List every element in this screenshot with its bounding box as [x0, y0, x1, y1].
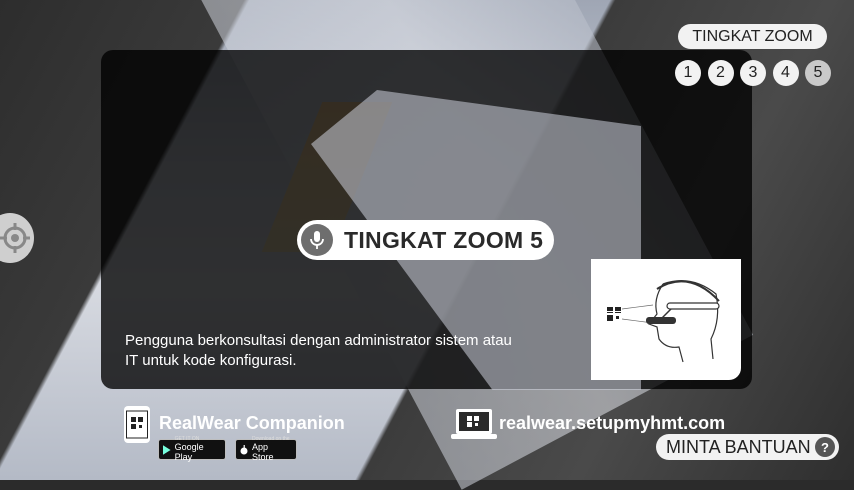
- companion-app-title: RealWear Companion: [159, 413, 345, 433]
- zoom-level-label: TINGKAT ZOOM 5: [344, 226, 544, 253]
- zoom-level-buttons: 1 2 3 4 5: [675, 60, 838, 86]
- instruction-line-2: IT untuk kode konfigurasi.: [125, 352, 297, 369]
- app-store-big-text: App Store: [252, 442, 274, 462]
- help-button-label: MINTA BANTUAN: [666, 436, 811, 457]
- question-mark-icon: ?: [815, 437, 835, 457]
- qr-laptop-icon: [451, 408, 497, 440]
- google-play-icon: [163, 444, 171, 455]
- zoom-level-indicator: TINGKAT ZOOM 5: [297, 220, 554, 260]
- headset-illustration: [591, 259, 741, 380]
- setup-url-link[interactable]: realwear.setupmyhmt.com: [499, 413, 725, 434]
- google-play-badge[interactable]: GET IT ON Google Play: [158, 437, 226, 462]
- zoom-level-title[interactable]: TINGKAT ZOOM: [678, 24, 827, 49]
- zoom-level-1-button[interactable]: 1: [675, 60, 701, 86]
- app-store-badge[interactable]: Download on the App Store: [235, 437, 297, 462]
- instruction-line-1: Pengguna berkonsultasi dengan administra…: [125, 332, 512, 349]
- mic-icon: [301, 224, 333, 256]
- qr-code-icon: [607, 307, 621, 321]
- instruction-text: Pengguna berkonsultasi dengan administra…: [125, 331, 555, 371]
- qr-phone-icon: [124, 406, 150, 443]
- zoom-level-4-button[interactable]: 4: [772, 60, 799, 86]
- apple-icon: [240, 444, 248, 454]
- zoom-level-3-button[interactable]: 3: [740, 60, 766, 86]
- google-play-big-text: Google Play: [174, 442, 204, 462]
- help-button[interactable]: MINTA BANTUAN ?: [656, 434, 839, 460]
- zoom-level-5-button[interactable]: 5: [805, 60, 831, 86]
- zoom-level-2-button[interactable]: 2: [707, 60, 734, 86]
